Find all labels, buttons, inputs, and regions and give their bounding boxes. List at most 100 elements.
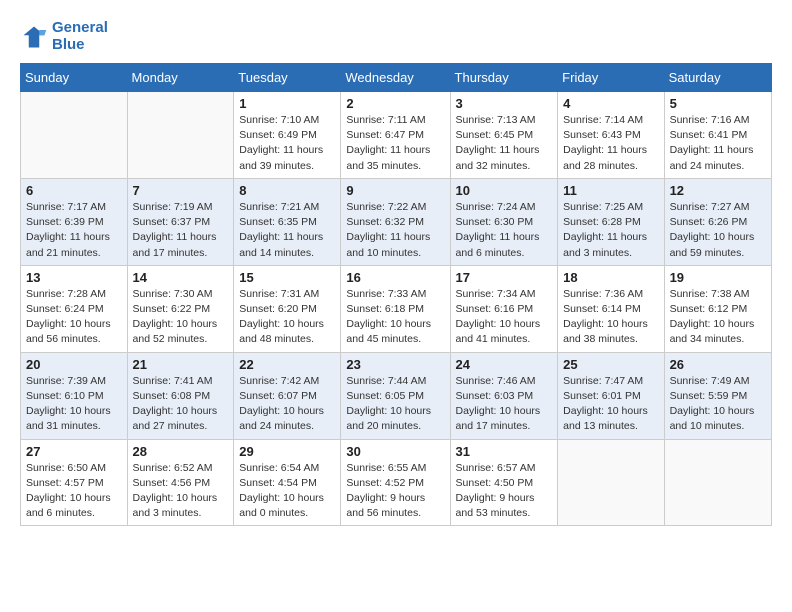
day-detail: Sunrise: 7:27 AM Sunset: 6:26 PM Dayligh… (670, 200, 766, 261)
day-number: 9 (346, 183, 444, 198)
page: General Blue SundayMondayTuesdayWednesda… (0, 0, 792, 546)
day-number: 27 (26, 444, 122, 459)
weekday-header-row: SundayMondayTuesdayWednesdayThursdayFrid… (21, 64, 772, 92)
day-number: 28 (133, 444, 229, 459)
calendar-cell: 21 Sunrise: 7:41 AM Sunset: 6:08 PM Dayli… (127, 352, 234, 439)
weekday-header-friday: Friday (558, 64, 664, 92)
day-detail: Sunrise: 6:52 AM Sunset: 4:56 PM Dayligh… (133, 461, 229, 522)
calendar-cell: 8 Sunrise: 7:21 AM Sunset: 6:35 PM Daylig… (234, 178, 341, 265)
day-number: 23 (346, 357, 444, 372)
day-number: 31 (456, 444, 553, 459)
logo-icon (20, 23, 48, 51)
calendar-cell: 13 Sunrise: 7:28 AM Sunset: 6:24 PM Dayli… (21, 265, 128, 352)
calendar-cell: 10Sunrise: 7:24 AM Sunset: 6:30 PM Dayli… (450, 178, 558, 265)
day-detail: Sunrise: 7:19 AM Sunset: 6:37 PM Dayligh… (133, 200, 229, 261)
calendar-cell: 20Sunrise: 7:39 AM Sunset: 6:10 PM Dayli… (21, 352, 128, 439)
weekday-header-tuesday: Tuesday (234, 64, 341, 92)
day-number: 14 (133, 270, 229, 285)
calendar-cell: 29 Sunrise: 6:54 AM Sunset: 4:54 PM Dayli… (234, 439, 341, 526)
calendar-week-row: 1 Sunrise: 7:10 AM Sunset: 6:49 PM Daylig… (21, 92, 772, 179)
day-detail: Sunrise: 7:17 AM Sunset: 6:39 PM Dayligh… (26, 200, 122, 261)
calendar-cell: 15 Sunrise: 7:31 AM Sunset: 6:20 PM Dayli… (234, 265, 341, 352)
day-number: 4 (563, 96, 658, 111)
day-detail: Sunrise: 7:36 AM Sunset: 6:14 PM Dayligh… (563, 287, 658, 348)
calendar-cell: 16 Sunrise: 7:33 AM Sunset: 6:18 PM Dayli… (341, 265, 450, 352)
calendar-cell: 11 Sunrise: 7:25 AM Sunset: 6:28 PM Dayli… (558, 178, 664, 265)
day-detail: Sunrise: 7:30 AM Sunset: 6:22 PM Dayligh… (133, 287, 229, 348)
day-detail: Sunrise: 7:38 AM Sunset: 6:12 PM Dayligh… (670, 287, 766, 348)
calendar-cell: 27 Sunrise: 6:50 AM Sunset: 4:57 PM Dayli… (21, 439, 128, 526)
logo: General Blue (20, 20, 108, 53)
day-number: 11 (563, 183, 658, 198)
day-detail: Sunrise: 6:55 AM Sunset: 4:52 PM Dayligh… (346, 461, 444, 522)
calendar-cell: 31 Sunrise: 6:57 AM Sunset: 4:50 PM Dayli… (450, 439, 558, 526)
calendar-cell: 17 Sunrise: 7:34 AM Sunset: 6:16 PM Dayli… (450, 265, 558, 352)
day-number: 21 (133, 357, 229, 372)
day-detail: Sunrise: 7:34 AM Sunset: 6:16 PM Dayligh… (456, 287, 553, 348)
calendar-cell: 19 Sunrise: 7:38 AM Sunset: 6:12 PM Dayli… (664, 265, 771, 352)
calendar-cell (127, 92, 234, 179)
day-detail: Sunrise: 7:41 AM Sunset: 6:08 PM Dayligh… (133, 374, 229, 435)
day-number: 24 (456, 357, 553, 372)
day-detail: Sunrise: 7:46 AM Sunset: 6:03 PM Dayligh… (456, 374, 553, 435)
calendar-cell: 7 Sunrise: 7:19 AM Sunset: 6:37 PM Daylig… (127, 178, 234, 265)
day-detail: Sunrise: 7:11 AM Sunset: 6:47 PM Dayligh… (346, 113, 444, 174)
calendar-cell: 4Sunrise: 7:14 AM Sunset: 6:43 PM Daylig… (558, 92, 664, 179)
day-number: 2 (346, 96, 444, 111)
day-number: 25 (563, 357, 658, 372)
day-detail: Sunrise: 7:31 AM Sunset: 6:20 PM Dayligh… (239, 287, 335, 348)
day-detail: Sunrise: 7:25 AM Sunset: 6:28 PM Dayligh… (563, 200, 658, 261)
calendar-cell: 2 Sunrise: 7:11 AM Sunset: 6:47 PM Daylig… (341, 92, 450, 179)
day-detail: Sunrise: 7:10 AM Sunset: 6:49 PM Dayligh… (239, 113, 335, 174)
day-number: 8 (239, 183, 335, 198)
day-number: 5 (670, 96, 766, 111)
calendar-table: SundayMondayTuesdayWednesdayThursdayFrid… (20, 63, 772, 526)
day-number: 15 (239, 270, 335, 285)
weekday-header-thursday: Thursday (450, 64, 558, 92)
calendar-cell: 12 Sunrise: 7:27 AM Sunset: 6:26 PM Dayli… (664, 178, 771, 265)
calendar-cell (21, 92, 128, 179)
day-number: 16 (346, 270, 444, 285)
day-number: 22 (239, 357, 335, 372)
calendar-cell: 5Sunrise: 7:16 AM Sunset: 6:41 PM Daylig… (664, 92, 771, 179)
weekday-header-monday: Monday (127, 64, 234, 92)
calendar-cell: 6 Sunrise: 7:17 AM Sunset: 6:39 PM Daylig… (21, 178, 128, 265)
day-number: 7 (133, 183, 229, 198)
calendar-cell: 30 Sunrise: 6:55 AM Sunset: 4:52 PM Dayli… (341, 439, 450, 526)
day-detail: Sunrise: 7:28 AM Sunset: 6:24 PM Dayligh… (26, 287, 122, 348)
day-number: 17 (456, 270, 553, 285)
day-detail: Sunrise: 7:47 AM Sunset: 6:01 PM Dayligh… (563, 374, 658, 435)
logo-text: General Blue (52, 20, 108, 53)
day-detail: Sunrise: 7:21 AM Sunset: 6:35 PM Dayligh… (239, 200, 335, 261)
calendar-cell: 23 Sunrise: 7:44 AM Sunset: 6:05 PM Dayli… (341, 352, 450, 439)
day-number: 6 (26, 183, 122, 198)
day-number: 12 (670, 183, 766, 198)
calendar-week-row: 20Sunrise: 7:39 AM Sunset: 6:10 PM Dayli… (21, 352, 772, 439)
calendar-cell: 1 Sunrise: 7:10 AM Sunset: 6:49 PM Daylig… (234, 92, 341, 179)
day-number: 19 (670, 270, 766, 285)
day-detail: Sunrise: 7:44 AM Sunset: 6:05 PM Dayligh… (346, 374, 444, 435)
day-number: 13 (26, 270, 122, 285)
day-detail: Sunrise: 7:24 AM Sunset: 6:30 PM Dayligh… (456, 200, 553, 261)
calendar-cell: 9Sunrise: 7:22 AM Sunset: 6:32 PM Daylig… (341, 178, 450, 265)
day-detail: Sunrise: 7:33 AM Sunset: 6:18 PM Dayligh… (346, 287, 444, 348)
day-detail: Sunrise: 6:50 AM Sunset: 4:57 PM Dayligh… (26, 461, 122, 522)
day-number: 29 (239, 444, 335, 459)
day-number: 26 (670, 357, 766, 372)
day-number: 1 (239, 96, 335, 111)
calendar-week-row: 13 Sunrise: 7:28 AM Sunset: 6:24 PM Dayli… (21, 265, 772, 352)
calendar-cell: 26Sunrise: 7:49 AM Sunset: 5:59 PM Dayli… (664, 352, 771, 439)
day-number: 30 (346, 444, 444, 459)
calendar-week-row: 6 Sunrise: 7:17 AM Sunset: 6:39 PM Daylig… (21, 178, 772, 265)
day-number: 3 (456, 96, 553, 111)
day-detail: Sunrise: 6:54 AM Sunset: 4:54 PM Dayligh… (239, 461, 335, 522)
calendar-cell: 3 Sunrise: 7:13 AM Sunset: 6:45 PM Daylig… (450, 92, 558, 179)
calendar-cell: 24 Sunrise: 7:46 AM Sunset: 6:03 PM Dayli… (450, 352, 558, 439)
header: General Blue (20, 20, 772, 53)
weekday-header-saturday: Saturday (664, 64, 771, 92)
calendar-week-row: 27 Sunrise: 6:50 AM Sunset: 4:57 PM Dayli… (21, 439, 772, 526)
day-detail: Sunrise: 7:13 AM Sunset: 6:45 PM Dayligh… (456, 113, 553, 174)
weekday-header-sunday: Sunday (21, 64, 128, 92)
calendar-cell: 18Sunrise: 7:36 AM Sunset: 6:14 PM Dayli… (558, 265, 664, 352)
day-detail: Sunrise: 6:57 AM Sunset: 4:50 PM Dayligh… (456, 461, 553, 522)
